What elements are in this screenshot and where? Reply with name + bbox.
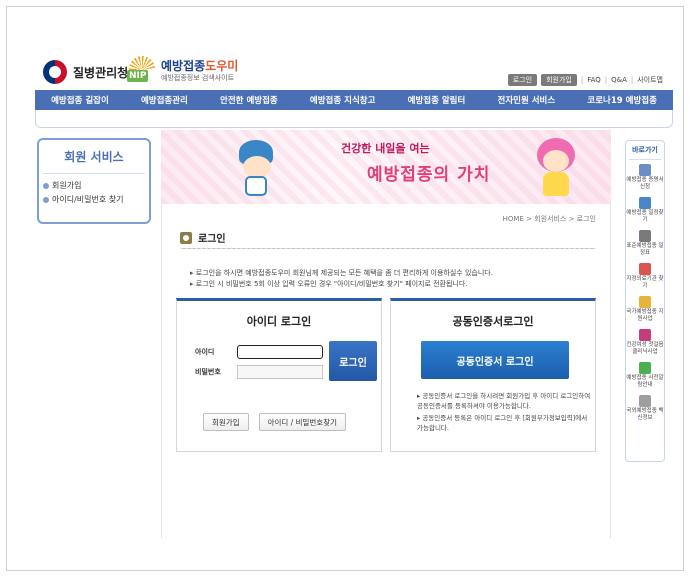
cert-notes: ▸ 공동인증서 로그인을 하시려면 회원가입 후 아이디 로그인하여 공동인증서…: [417, 391, 593, 435]
bullet-icon: [43, 196, 49, 203]
speaker-icon: [639, 362, 651, 374]
boy-character-image: [231, 136, 281, 202]
nav-item-covid19[interactable]: 코로나19 예방접종: [587, 94, 657, 106]
find-id-password-button[interactable]: 아이디 / 비밀번호찾기: [258, 413, 347, 431]
faq-link[interactable]: FAQ: [587, 76, 601, 84]
sun-icon: NIP: [127, 56, 157, 86]
nav-item-knowledge[interactable]: 예방접종 지식창고: [310, 94, 376, 106]
hospital-icon: [639, 263, 651, 275]
quick-item-overseas[interactable]: 국외예방접종 백신정보: [626, 395, 664, 422]
side-menu: 회원 서비스 회원가입 아이디/비밀번호 찾기: [37, 138, 151, 224]
quick-item-clinic[interactable]: 지정의료기관 찾기: [626, 263, 664, 290]
top-join-button[interactable]: 회원가입: [541, 74, 577, 86]
quick-menu-title: 바로가기: [629, 145, 661, 160]
banner-text-2: 예방접종의 가치: [367, 165, 491, 185]
nav-item-civil[interactable]: 전자민원 서비스: [498, 94, 556, 106]
page: 질병관리청 NIP 예방접종도우미 예방접종정보 검색사이트 로그인 회원가입 …: [35, 52, 673, 542]
nav-item-management[interactable]: 예방접종관리: [141, 94, 188, 106]
sitemap-link[interactable]: 사이트맵: [637, 75, 663, 85]
nip-logo[interactable]: NIP 예방접종도우미 예방접종정보 검색사이트: [127, 56, 238, 86]
globe-icon: [639, 395, 651, 407]
id-row: 아이디: [195, 345, 323, 359]
pw-label: 비밀번호: [195, 368, 221, 376]
notice-line: 로그인 시 비밀번호 5회 이상 입력 오류인 경우 "아이디/비밀번호 찾기"…: [190, 279, 493, 290]
notice-line: 로그인을 하시면 예방접종도우미 회원님께 제공되는 모든 혜택을 좀 더 편리…: [190, 268, 493, 279]
document-icon: [639, 296, 651, 308]
quick-item-support[interactable]: 국가예방접종 지원사업: [626, 296, 664, 323]
cert-login-box: 공동인증서로그인 공동인증서 로그인 ▸ 공동인증서 로그인을 하시려면 회원가…: [390, 298, 596, 452]
side-menu-item-find[interactable]: 아이디/비밀번호 찾기: [43, 194, 145, 205]
top-login-button[interactable]: 로그인: [507, 74, 538, 86]
nav-item-guide[interactable]: 예방접종 길잡이: [51, 94, 109, 106]
quick-item-standard-schedule[interactable]: 표준예방접종 일정표: [626, 230, 664, 257]
title-icon: [180, 231, 192, 244]
quick-item-certificate[interactable]: 예방접종 증명서 신청: [626, 164, 664, 191]
join-button[interactable]: 회원가입: [203, 413, 249, 431]
pw-row: 비밀번호: [195, 365, 323, 379]
site-subtitle: 예방접종정보 검색사이트: [161, 73, 235, 82]
calendar-icon: [639, 197, 651, 209]
quick-item-women-clinic[interactable]: 건강여성 첫걸음 클리닉사업: [626, 329, 664, 356]
cert-note: ▸ 공동인증서 로그인을 하시려면 회원가입 후 아이디 로그인하여 공동인증서…: [417, 392, 591, 410]
breadcrumb: HOME > 회원서비스 > 로그인: [502, 215, 596, 223]
nav-item-notice[interactable]: 예방접종 알림터: [408, 94, 466, 106]
password-input[interactable]: [237, 365, 323, 379]
taeguk-icon: [43, 60, 67, 84]
banner: 건강한 내일을 여는 예방접종의 가치: [161, 130, 611, 204]
sub-nav-bar: [35, 110, 673, 128]
id-input[interactable]: [237, 345, 323, 359]
id-login-title: 아이디 로그인: [246, 315, 312, 328]
id-label: 아이디: [195, 348, 215, 356]
browser-frame: 질병관리청 NIP 예방접종도우미 예방접종정보 검색사이트 로그인 회원가입 …: [6, 6, 684, 571]
login-button[interactable]: 로그인: [329, 341, 377, 381]
id-sub-buttons: 회원가입 아이디 / 비밀번호찾기: [203, 413, 347, 431]
nip-badge: NIP: [127, 70, 149, 82]
banner-text-1: 건강한 내일을 여는: [341, 142, 430, 155]
cert-note: ▸ 공동인증서 등록은 아이디 로그인 후 [회원부가정보입력]에서 가능합니다…: [417, 414, 588, 432]
top-links: 로그인 회원가입 | FAQ | Q&A | 사이트맵: [507, 74, 663, 86]
printer-icon: [639, 164, 651, 176]
woman-icon: [639, 329, 651, 341]
quick-item-alert[interactable]: 예방접종 사전알림안내: [626, 362, 664, 389]
quick-menu: 바로가기 예방접종 증명서 신청 예방접종 일정찾기 표준예방접종 일정표 지정…: [625, 140, 665, 462]
id-login-box: 아이디 로그인 아이디 비밀번호 로그인 회원가입 아이디 / 비밀번호찾기: [176, 298, 382, 452]
girl-character-image: [531, 134, 581, 202]
login-notice: 로그인을 하시면 예방접종도우미 회원님께 제공되는 모든 혜택을 좀 더 편리…: [190, 268, 493, 290]
kdca-logo[interactable]: 질병관리청: [43, 60, 128, 84]
nav-item-safety[interactable]: 안전한 예방접종: [220, 94, 278, 106]
side-menu-item-join[interactable]: 회원가입: [43, 180, 145, 191]
syringe-icon: [639, 230, 651, 242]
bullet-icon: [43, 182, 49, 189]
side-menu-title: 회원 서비스: [43, 148, 145, 174]
quick-item-schedule[interactable]: 예방접종 일정찾기: [626, 197, 664, 224]
content-panel: HOME > 회원서비스 > 로그인 로그인 로그인을 하시면 예방접종도우미 …: [161, 204, 611, 538]
page-title: 로그인: [180, 230, 226, 245]
qna-link[interactable]: Q&A: [611, 76, 627, 84]
site-title: 예방접종도우미: [161, 58, 239, 73]
cert-login-button[interactable]: 공동인증서 로그인: [421, 341, 569, 379]
kdca-name: 질병관리청: [73, 65, 129, 80]
main-nav: 예방접종 길잡이 예방접종관리 안전한 예방접종 예방접종 지식창고 예방접종 …: [35, 90, 673, 110]
cert-login-title: 공동인증서로그인: [452, 315, 534, 328]
